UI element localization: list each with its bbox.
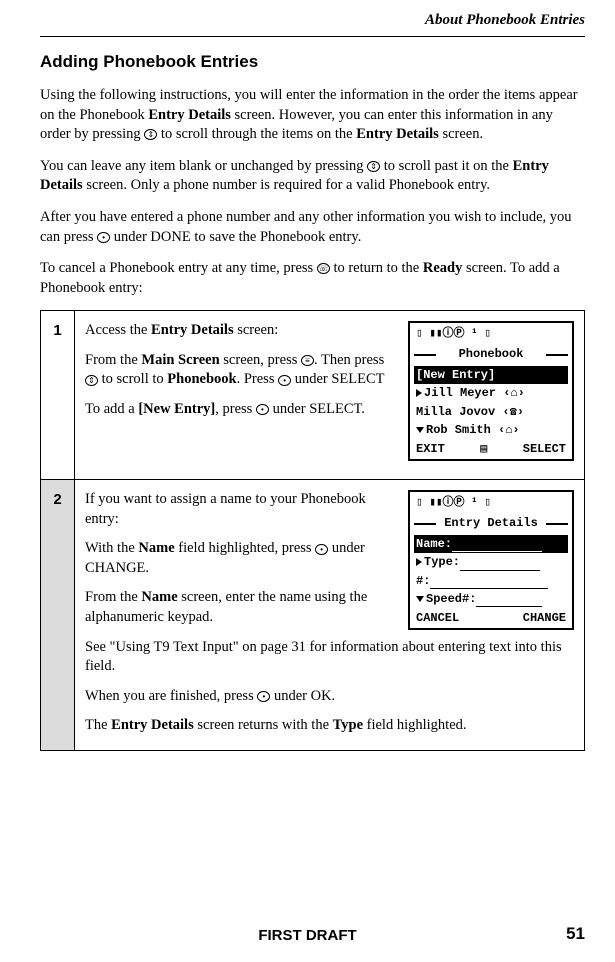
scroll-icon: ⇕: [144, 129, 157, 140]
field-name: Name:: [414, 535, 568, 553]
text: You can leave any item blank or unchange…: [40, 158, 367, 174]
intro-paragraph-1: Using the following instructions, you wi…: [40, 86, 585, 145]
intro-paragraph-4: To cancel a Phonebook entry at any time,…: [40, 259, 585, 298]
text: To cancel a Phonebook entry at any time,…: [40, 260, 317, 276]
list-item: Rob Smith ‹⌂›: [414, 421, 568, 439]
footer-draft-label: FIRST DRAFT: [0, 926, 615, 946]
text: With the: [85, 540, 138, 556]
menu-icon: ▤: [480, 441, 487, 457]
text: . Press: [237, 371, 279, 387]
list-item: Jill Meyer ‹⌂›: [414, 384, 568, 402]
text: screen:: [234, 322, 279, 338]
text: screen.: [439, 126, 483, 142]
bold-text: Phonebook: [167, 371, 236, 387]
label: Name:: [416, 537, 452, 551]
page-number: 51: [566, 923, 585, 946]
softkey-right: SELECT: [523, 441, 566, 457]
step-row-2: 2 ▯ ▮▮ⓘⓅ ¹ ▯ Entry Details Name: Type: #…: [41, 480, 585, 751]
down-arrow-icon: [416, 596, 424, 602]
label: Speed#:: [426, 592, 476, 606]
step-number: 1: [41, 311, 75, 480]
scroll-icon: ⇕: [85, 375, 98, 386]
text: under SELECT.: [269, 401, 365, 417]
softkey-right: CHANGE: [523, 610, 566, 626]
end-icon: ☏: [317, 263, 330, 274]
bold-text: Type: [333, 717, 363, 733]
down-arrow-icon: [416, 427, 424, 433]
phone-screen-title: Entry Details: [414, 515, 568, 531]
label: Type:: [424, 555, 460, 569]
softkey-icon: •: [257, 691, 270, 702]
steps-table: 1 ▯ ▮▮ⓘⓅ ¹ ▯ Phonebook [New Entry] Jill …: [40, 310, 585, 751]
text: From the: [85, 352, 141, 368]
field-speed: Speed#:: [414, 590, 568, 608]
text: to scroll to: [98, 371, 167, 387]
bold-text: Name: [138, 540, 174, 556]
text: From the: [85, 589, 141, 605]
bold-text: Main Screen: [141, 352, 219, 368]
softkey-left: CANCEL: [416, 610, 459, 626]
bold-text: Entry Details: [356, 126, 439, 142]
bold-text: [New Entry]: [138, 401, 215, 417]
softkey-icon: •: [315, 544, 328, 555]
text: Access the: [85, 322, 151, 338]
phone-screen-title: Phonebook: [414, 346, 568, 362]
intro-paragraph-2: You can leave any item blank or unchange…: [40, 157, 585, 196]
softkey-icon: •: [97, 232, 110, 243]
phone-screenshot-phonebook: ▯ ▮▮ⓘⓅ ¹ ▯ Phonebook [New Entry] Jill Me…: [408, 321, 574, 461]
softkey-icon: •: [256, 404, 269, 415]
text: field highlighted, press: [175, 540, 316, 556]
text: to scroll through the items on the: [157, 126, 356, 142]
bold-text: Entry Details: [111, 717, 194, 733]
softkey-left: EXIT: [416, 441, 445, 457]
text: field highlighted.: [363, 717, 467, 733]
bold-text: Name: [141, 589, 177, 605]
text: The: [85, 717, 111, 733]
text: to scroll past it on the: [380, 158, 513, 174]
chapter-header: About Phonebook Entries: [40, 10, 585, 37]
status-bar: ▯ ▮▮ⓘⓅ ¹ ▯: [414, 496, 568, 513]
text: to return to the: [330, 260, 423, 276]
text: Rob Smith ‹⌂›: [426, 423, 520, 437]
text: screen returns with the: [194, 717, 333, 733]
field-number: #:: [414, 572, 568, 590]
step-number: 2: [41, 480, 75, 751]
text: Jill Meyer ‹⌂›: [424, 386, 525, 400]
step-content-cell: ▯ ▮▮ⓘⓅ ¹ ▯ Phonebook [New Entry] Jill Me…: [75, 311, 585, 480]
text: screen, press: [220, 352, 301, 368]
text: To add a: [85, 401, 138, 417]
list-item-new-entry: [New Entry]: [414, 366, 568, 384]
menu-icon: ≡: [301, 355, 314, 366]
text: When you are finished, press: [85, 688, 257, 704]
cursor-icon: [416, 558, 422, 566]
field-type: Type:: [414, 553, 568, 571]
text: under SELECT: [291, 371, 384, 387]
step-content-cell: ▯ ▮▮ⓘⓅ ¹ ▯ Entry Details Name: Type: #: …: [75, 480, 585, 751]
bold-text: Entry Details: [151, 322, 234, 338]
bold-text: Ready: [423, 260, 462, 276]
list-item: Milla Jovov ‹☎›: [414, 403, 568, 421]
scroll-icon: ⇕: [367, 161, 380, 172]
cursor-icon: [416, 389, 422, 397]
text: , press: [215, 401, 256, 417]
phone-screenshot-entry-details: ▯ ▮▮ⓘⓅ ¹ ▯ Entry Details Name: Type: #: …: [408, 490, 574, 630]
bold-text: Entry Details: [148, 107, 231, 123]
section-title: Adding Phonebook Entries: [40, 51, 585, 74]
text: See "Using T9 Text Input" on page 31 for…: [85, 638, 574, 677]
text: . Then press: [314, 352, 384, 368]
step-row-1: 1 ▯ ▮▮ⓘⓅ ¹ ▯ Phonebook [New Entry] Jill …: [41, 311, 585, 480]
softkey-icon: •: [278, 375, 291, 386]
text: under DONE to save the Phonebook entry.: [110, 229, 361, 245]
label: #:: [416, 574, 430, 588]
text: under OK.: [270, 688, 335, 704]
intro-paragraph-3: After you have entered a phone number an…: [40, 208, 585, 247]
status-bar: ▯ ▮▮ⓘⓅ ¹ ▯: [414, 327, 568, 344]
text: screen. Only a phone number is required …: [83, 177, 490, 193]
